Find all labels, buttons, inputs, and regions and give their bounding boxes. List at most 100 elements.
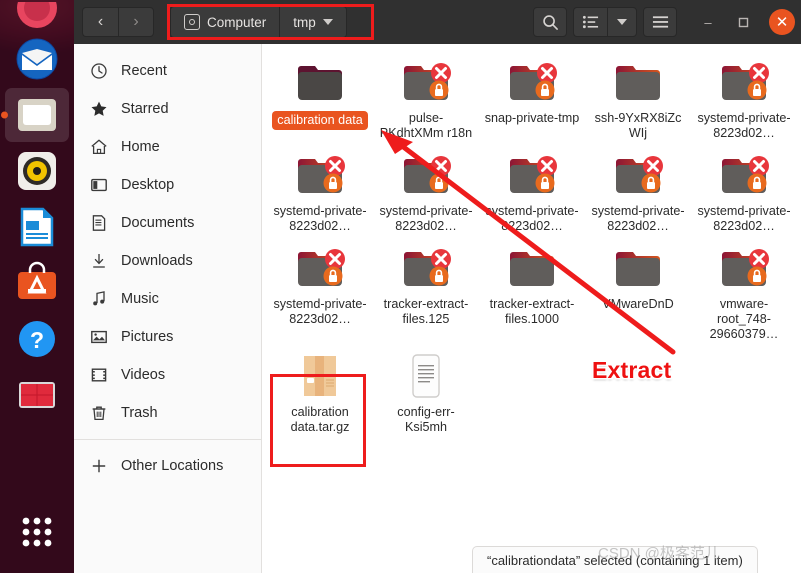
file-item[interactable]: tracker-extract-files.125 bbox=[373, 238, 479, 342]
chevron-down-icon bbox=[322, 19, 333, 25]
file-icon bbox=[505, 244, 559, 292]
dock-item-files[interactable] bbox=[5, 88, 69, 142]
folder-icon bbox=[510, 252, 554, 286]
dock-item-show-apps[interactable] bbox=[5, 505, 69, 559]
sidebar-item-downloads[interactable]: Downloads bbox=[74, 242, 261, 280]
file-grid-area: calibration data pulse-PKdhtXMm r18n snap-… bbox=[263, 44, 801, 573]
close-button[interactable]: ✕ bbox=[769, 9, 795, 35]
maximize-button[interactable] bbox=[729, 7, 759, 37]
file-label: calibration data.tar.gz bbox=[290, 405, 350, 434]
folder-icon bbox=[510, 63, 557, 100]
file-icon bbox=[505, 58, 559, 106]
folder-icon bbox=[616, 156, 663, 193]
file-grid: calibration data pulse-PKdhtXMm r18n snap-… bbox=[267, 52, 797, 435]
breadcrumb: Computer tmp bbox=[170, 6, 347, 38]
file-item[interactable]: vmware-root_748-29660379… bbox=[691, 238, 797, 342]
sidebar-item-other-locations[interactable]: Other Locations bbox=[74, 447, 261, 485]
back-button[interactable]: ‹ bbox=[82, 7, 118, 37]
hamburger-menu-icon bbox=[652, 16, 668, 28]
file-item[interactable]: systemd-private-8223d02… bbox=[267, 238, 373, 342]
sidebar-item-documents[interactable]: Documents bbox=[74, 204, 261, 242]
file-label: VMwareDnD bbox=[602, 297, 674, 311]
minimize-button[interactable]: – bbox=[693, 7, 723, 37]
dock-item-help[interactable]: ? bbox=[5, 312, 69, 366]
file-label: systemd-private-8223d02… bbox=[697, 111, 791, 140]
file-item[interactable]: pulse-PKdhtXMm r18n bbox=[373, 52, 479, 141]
view-dropdown-button[interactable] bbox=[607, 7, 637, 37]
sidebar-label-starred: Starred bbox=[121, 101, 169, 117]
sidebar-item-desktop[interactable]: Desktop bbox=[74, 166, 261, 204]
file-item[interactable]: VMwareDnD bbox=[585, 238, 691, 342]
breadcrumb-item-computer[interactable]: Computer bbox=[171, 7, 281, 37]
trash-icon bbox=[92, 406, 106, 421]
file-item[interactable]: systemd-private-8223d02… bbox=[267, 145, 373, 234]
file-manager-window: ‹ › Computer tmp – ✕ Recent Starred Home… bbox=[74, 0, 801, 573]
firefox-icon bbox=[17, 2, 57, 28]
file-icon bbox=[717, 151, 771, 199]
breadcrumb-label-computer: Computer bbox=[207, 14, 267, 30]
file-icon bbox=[611, 244, 665, 292]
file-item[interactable]: systemd-private-8223d02… bbox=[479, 145, 585, 234]
download-icon bbox=[93, 254, 105, 268]
maximize-icon bbox=[738, 17, 749, 28]
archive-icon bbox=[304, 356, 336, 396]
file-item[interactable]: snap-private-tmp bbox=[479, 52, 585, 141]
picture-icon bbox=[91, 330, 107, 344]
list-view-button[interactable] bbox=[573, 7, 607, 37]
sidebar-item-home[interactable]: Home bbox=[74, 128, 261, 166]
music-note-icon bbox=[93, 291, 105, 306]
folder-icon bbox=[298, 156, 345, 193]
menu-button[interactable] bbox=[643, 7, 677, 37]
view-mode-group bbox=[573, 7, 637, 37]
file-item[interactable]: systemd-private-8223d02… bbox=[691, 145, 797, 234]
folder-icon bbox=[298, 66, 342, 100]
file-item[interactable]: config-err-Ksi5mh bbox=[373, 346, 479, 435]
sidebar-label-videos: Videos bbox=[121, 367, 166, 383]
video-icon bbox=[91, 368, 107, 382]
sidebar-item-pictures[interactable]: Pictures bbox=[74, 318, 261, 356]
status-bar: “calibrationdata” selected (containing 1… bbox=[472, 546, 758, 573]
sidebar-item-trash[interactable]: Trash bbox=[74, 394, 261, 432]
file-icon bbox=[717, 244, 771, 292]
file-label: snap-private-tmp bbox=[484, 111, 580, 125]
search-button[interactable] bbox=[533, 7, 567, 37]
sidebar-item-recent[interactable]: Recent bbox=[74, 52, 261, 90]
file-item[interactable]: systemd-private-8223d02… bbox=[373, 145, 479, 234]
files-folder-icon bbox=[18, 99, 56, 131]
file-icon bbox=[293, 352, 347, 400]
file-label: tracker-extract-files.1000 bbox=[489, 297, 575, 326]
folder-icon bbox=[722, 156, 769, 193]
sidebar-label-other-locations: Other Locations bbox=[121, 458, 224, 474]
dock-item-red-app[interactable] bbox=[5, 368, 69, 422]
file-icon bbox=[399, 58, 453, 106]
folder-icon bbox=[404, 156, 451, 193]
file-item[interactable]: calibration data bbox=[267, 52, 373, 141]
star-icon bbox=[91, 101, 107, 116]
file-item[interactable]: systemd-private-8223d02… bbox=[585, 145, 691, 234]
sidebar-item-videos[interactable]: Videos bbox=[74, 356, 261, 394]
sidebar-label-documents: Documents bbox=[121, 215, 195, 231]
folder-icon bbox=[404, 63, 451, 100]
file-icon bbox=[505, 151, 559, 199]
svg-text:?: ? bbox=[30, 327, 44, 353]
sidebar-item-starred[interactable]: Starred bbox=[74, 90, 261, 128]
file-item[interactable]: tracker-extract-files.1000 bbox=[479, 238, 585, 342]
folder-icon bbox=[722, 249, 769, 286]
dock-item-libreoffice[interactable] bbox=[5, 200, 69, 254]
sidebar-label-home: Home bbox=[121, 139, 160, 155]
sidebar-label-desktop: Desktop bbox=[121, 177, 175, 193]
file-item[interactable]: systemd-private-8223d02… bbox=[691, 52, 797, 141]
dock-item-firefox[interactable] bbox=[5, 2, 69, 30]
dock-item-rhythmbox[interactable] bbox=[5, 144, 69, 198]
dock-item-ubuntu-software[interactable] bbox=[5, 256, 69, 310]
sidebar-item-music[interactable]: Music bbox=[74, 280, 261, 318]
file-item[interactable]: ssh-9YxRX8iZc WIj bbox=[585, 52, 691, 141]
sidebar-label-downloads: Downloads bbox=[121, 253, 193, 269]
file-item[interactable]: calibration data.tar.gz bbox=[267, 346, 373, 435]
dock-item-thunderbird[interactable] bbox=[5, 32, 69, 86]
breadcrumb-label-tmp: tmp bbox=[293, 14, 316, 30]
breadcrumb-item-tmp[interactable]: tmp bbox=[280, 7, 346, 37]
help-icon: ? bbox=[19, 321, 55, 357]
file-icon bbox=[399, 244, 453, 292]
forward-button[interactable]: › bbox=[118, 7, 154, 37]
